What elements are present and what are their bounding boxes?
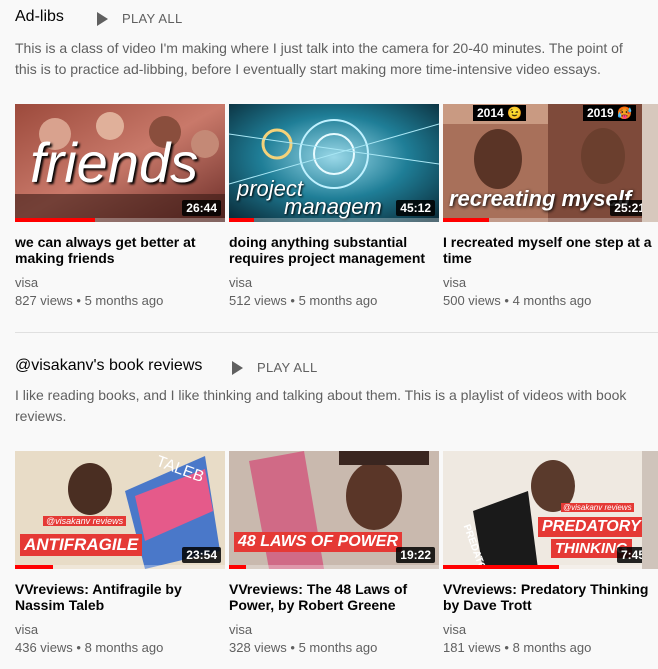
video-duration: 45:12 (396, 200, 435, 216)
video-duration: 23:54 (182, 547, 221, 563)
play-icon (97, 11, 108, 26)
section-divider (15, 332, 658, 333)
video-duration: 19:22 (396, 547, 435, 563)
channel-name[interactable]: visa (229, 275, 439, 290)
view-count: 436 views (15, 640, 73, 655)
thumbnail-sublabel: @visakanv reviews (43, 516, 127, 526)
video-meta: 500 views • 4 months ago (443, 293, 592, 308)
view-count: 500 views (443, 293, 501, 308)
video-thumbnail[interactable]: PREDATORY THINKING @visakanv reviews PRE… (443, 451, 653, 569)
video-title[interactable]: doing anything substantial requires proj… (229, 234, 439, 268)
upload-age: 8 months ago (512, 640, 592, 655)
video-thumbnail[interactable]: 48 LAWS OF POWER 19:22 (229, 451, 439, 569)
play-icon (232, 360, 243, 375)
view-count: 328 views (229, 640, 287, 655)
video-title[interactable]: VVreviews: Antifragile by Nassim Taleb (15, 581, 225, 615)
video-title[interactable]: VVreviews: The 48 Laws of Power, by Robe… (229, 581, 439, 615)
upload-age: 5 months ago (84, 293, 164, 308)
thumbnail-text: 48 LAWS OF POWER (234, 532, 403, 552)
watch-progress-track (229, 218, 439, 222)
view-count: 512 views (229, 293, 287, 308)
thumbnail-sublabel: @visakanv reviews (561, 503, 634, 512)
watch-progress-bar (15, 218, 95, 222)
view-count: 181 views (443, 640, 501, 655)
play-all-label: PLAY ALL (257, 360, 318, 375)
thumbnail-text: recreating myself (449, 186, 632, 211)
watch-progress-track (229, 565, 439, 569)
watch-progress-bar (15, 565, 53, 569)
video-meta: 181 views • 8 months ago (443, 640, 592, 655)
video-title[interactable]: I recreated myself one step at a time (443, 234, 653, 268)
watch-progress-bar (229, 218, 255, 222)
video-card[interactable]: 2014 😉 2019 🥵 recreating myself 25:21 I … (443, 104, 653, 308)
video-title[interactable]: we can always get better at making frien… (15, 234, 225, 268)
upload-age: 5 months ago (298, 293, 378, 308)
video-thumbnail[interactable]: friends 26:44 (15, 104, 225, 222)
upload-age: 4 months ago (512, 293, 592, 308)
video-thumbnail[interactable]: TALEB @visakanv reviews ANTIFRAGILE 23:5… (15, 451, 225, 569)
play-all-button[interactable]: PLAY ALL (232, 360, 317, 375)
video-meta: 512 views • 5 months ago (229, 293, 378, 308)
section-description: I like reading books, and I like thinkin… (15, 387, 627, 424)
video-duration: 26:44 (182, 200, 221, 216)
thumbnail-text-line2: managem (284, 194, 382, 219)
video-card[interactable]: friends 26:44 we can always get better a… (15, 104, 225, 308)
video-title[interactable]: VVreviews: Predatory Thinking by Dave Tr… (443, 581, 653, 615)
video-card[interactable]: project managem 45:12 doing anything sub… (229, 104, 439, 308)
video-meta: 827 views • 5 months ago (15, 293, 164, 308)
video-meta: 328 views • 5 months ago (229, 640, 378, 655)
video-card[interactable]: PREDATORY THINKING @visakanv reviews PRE… (443, 451, 653, 655)
watch-progress-bar (443, 218, 490, 222)
channel-name[interactable]: visa (15, 622, 225, 637)
watch-progress-bar (229, 565, 246, 569)
next-video-card-partial[interactable] (642, 104, 658, 222)
video-thumbnail[interactable]: project managem 45:12 (229, 104, 439, 222)
channel-name[interactable]: visa (443, 275, 653, 290)
play-all-label: PLAY ALL (122, 11, 183, 26)
video-meta: 436 views • 8 months ago (15, 640, 164, 655)
play-all-button[interactable]: PLAY ALL (97, 11, 182, 26)
thumbnail-text-line1: PREDATORY (538, 517, 645, 537)
section-title[interactable]: Ad-libs (15, 8, 64, 26)
channel-name[interactable]: visa (15, 275, 225, 290)
section-title[interactable]: @visakanv's book reviews (15, 357, 202, 375)
thumbnail-text: ANTIFRAGILE (20, 534, 143, 556)
watch-progress-bar (443, 565, 559, 569)
next-video-card-partial[interactable] (642, 451, 658, 569)
video-card[interactable]: TALEB @visakanv reviews ANTIFRAGILE 23:5… (15, 451, 225, 655)
thumbnail-text: friends (30, 131, 199, 194)
view-count: 827 views (15, 293, 73, 308)
channel-name[interactable]: visa (443, 622, 653, 637)
year-label-right: 2019 🥵 (583, 105, 636, 121)
upload-age: 8 months ago (84, 640, 164, 655)
upload-age: 5 months ago (298, 640, 378, 655)
playlist-section-adlibs: Ad-libs PLAY ALL This is a class of vide… (15, 8, 658, 77)
year-label-left: 2014 😉 (473, 105, 526, 121)
channel-name[interactable]: visa (229, 622, 439, 637)
video-thumbnail[interactable]: 2014 😉 2019 🥵 recreating myself 25:21 (443, 104, 653, 222)
playlist-section-book-reviews: @visakanv's book reviews PLAY ALL I like… (15, 357, 658, 424)
section-description: This is a class of video I'm making wher… (15, 40, 623, 77)
video-card[interactable]: 48 LAWS OF POWER 19:22 VVreviews: The 48… (229, 451, 439, 655)
